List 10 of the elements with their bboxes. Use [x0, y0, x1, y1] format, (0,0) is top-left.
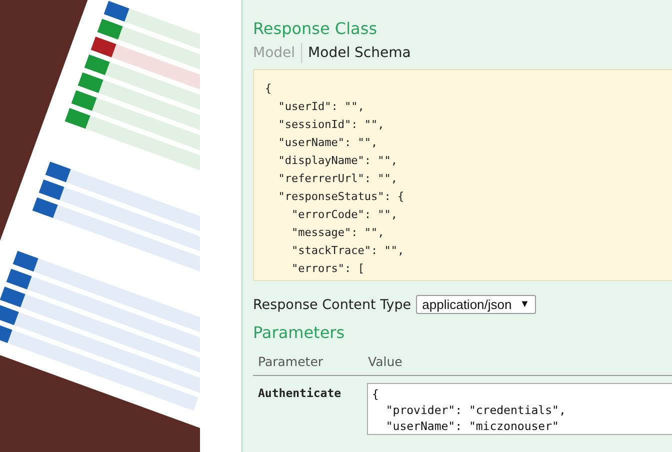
section-heading: Parameters	[253, 322, 346, 344]
column-header: Value	[368, 354, 404, 369]
value-field[interactable]: { "provider": "credentials", "userName": "miczonouser"	[367, 383, 672, 435]
code-block: { "userId": "", "sessionId": "", "userName": "", "displayName": "", "referrerUrl": "", "responseStatus": { "errorCode": "", "message": "", "stackTrace": "", "errors": [	[253, 69, 672, 281]
tab[interactable]: Model Schema	[301, 43, 417, 63]
parameter-name: Authenticate	[258, 385, 342, 402]
section-heading: Response Class	[253, 18, 378, 40]
content-type-select[interactable]: application/json ▼	[416, 295, 536, 314]
column-header: Parameter	[258, 354, 324, 369]
field-label: Response Content Type	[253, 296, 412, 312]
